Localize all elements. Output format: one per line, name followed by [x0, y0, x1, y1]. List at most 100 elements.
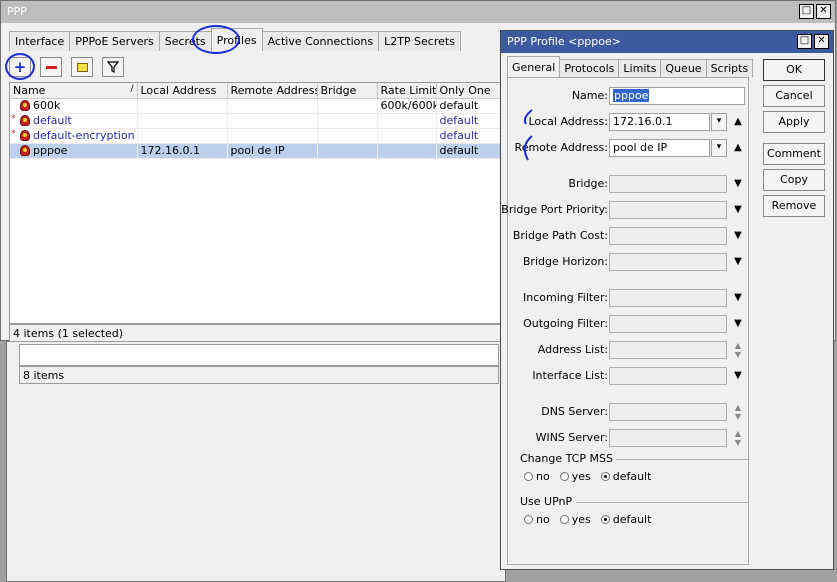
- table-row[interactable]: pppoe 172.16.0.1 pool de IP default: [10, 143, 500, 159]
- radio-no[interactable]: no: [524, 470, 550, 483]
- radio-yes[interactable]: yes: [559, 470, 591, 483]
- interface-list-row: Interface List: ▼: [508, 367, 748, 385]
- close-icon[interactable]: ✕: [816, 4, 831, 19]
- address-list-field[interactable]: [609, 341, 727, 359]
- restore-icon[interactable]: □: [799, 4, 814, 19]
- change-tcp-mss-label: Change TCP MSS: [520, 452, 613, 465]
- updown-icon[interactable]: ▲ ▼: [731, 403, 745, 421]
- radio-icon: [559, 472, 569, 481]
- tab-queue[interactable]: Queue: [660, 59, 707, 77]
- use-upnp-group: Use UPnP: [520, 495, 748, 508]
- bridge-field[interactable]: [609, 175, 727, 193]
- collapse-up-icon[interactable]: ▲: [731, 113, 745, 131]
- dropdown-icon[interactable]: ▾: [711, 139, 727, 157]
- profiles-table[interactable]: Name / Local Address Remote Address Bridg…: [9, 82, 501, 324]
- bridge-port-priority-row: Bridge Port Priority: ▼: [501, 201, 748, 219]
- tab-general[interactable]: General: [507, 56, 561, 77]
- expand-down-icon[interactable]: ▼: [731, 227, 745, 245]
- bridge-path-cost-field[interactable]: [609, 227, 727, 245]
- bridge-port-priority-label: Bridge Port Priority:: [501, 203, 608, 216]
- restore-icon[interactable]: □: [797, 34, 812, 49]
- tab-scripts[interactable]: Scripts: [705, 59, 754, 77]
- background-list[interactable]: [19, 344, 499, 366]
- outgoing-filter-field[interactable]: [609, 315, 727, 333]
- interface-list-field[interactable]: [609, 367, 727, 385]
- change-tcp-mss-group: Change TCP MSS: [520, 452, 748, 465]
- profile-icon: [20, 115, 30, 126]
- column-rate-limit[interactable]: Rate Limit...: [377, 83, 437, 99]
- dns-server-field[interactable]: [609, 403, 727, 421]
- remote-address-field[interactable]: pool de IP: [609, 139, 710, 157]
- minus-icon[interactable]: [40, 57, 62, 77]
- profile-dialog-title: PPP Profile <pppoe>: [507, 35, 621, 48]
- radio-icon: [600, 515, 610, 524]
- tab-protocols[interactable]: Protocols: [559, 59, 620, 77]
- dns-server-label: DNS Server:: [541, 405, 608, 418]
- column-local-address[interactable]: Local Address: [137, 83, 228, 99]
- ppp-profile-dialog: PPP Profile <pppoe> □ ✕ General Protocol…: [500, 30, 834, 570]
- expand-down-icon[interactable]: ▼: [731, 253, 745, 271]
- remove-button[interactable]: Remove: [763, 195, 825, 217]
- radio-default[interactable]: default: [600, 513, 651, 526]
- name-field[interactable]: pppoe: [609, 87, 745, 105]
- bridge-horizon-field[interactable]: [609, 253, 727, 271]
- note-icon[interactable]: [71, 57, 93, 77]
- local-address-field[interactable]: 172.16.0.1: [609, 113, 710, 131]
- use-upnp-radios: no yes default: [524, 513, 651, 526]
- bridge-path-cost-label: Bridge Path Cost:: [512, 229, 608, 242]
- group-divider: [576, 502, 748, 503]
- wins-server-field[interactable]: [609, 429, 727, 447]
- profile-titlebar[interactable]: PPP Profile <pppoe> □ ✕: [501, 31, 833, 53]
- annotation-brackets: [523, 109, 533, 161]
- expand-down-icon[interactable]: ▼: [731, 201, 745, 219]
- ppp-status: 4 items (1 selected): [9, 324, 501, 342]
- expand-down-icon[interactable]: ▼: [731, 175, 745, 193]
- local-address-label: Local Address:: [528, 115, 608, 128]
- apply-button[interactable]: Apply: [763, 111, 825, 133]
- expand-down-icon[interactable]: ▼: [731, 289, 745, 307]
- tab-pppoe-servers[interactable]: PPPoE Servers: [69, 31, 160, 51]
- comment-button[interactable]: Comment: [763, 143, 825, 165]
- collapse-up-icon[interactable]: ▲: [731, 139, 745, 157]
- table-row[interactable]: 600k 600k/600k default: [10, 98, 500, 114]
- default-marker: *: [11, 129, 16, 139]
- interface-list-label: Interface List:: [532, 369, 608, 382]
- ok-button[interactable]: OK: [763, 59, 825, 81]
- general-panel: Name: pppoe Local Address: 172.16.0.1 ▾ …: [501, 77, 749, 565]
- column-bridge[interactable]: Bridge: [317, 83, 378, 99]
- radio-yes[interactable]: yes: [559, 513, 591, 526]
- expand-down-icon[interactable]: ▼: [731, 367, 745, 385]
- ppp-titlebar[interactable]: PPP □ ✕: [1, 1, 835, 23]
- table-row[interactable]: * default-encryption default: [10, 128, 500, 144]
- tab-active-connections[interactable]: Active Connections: [261, 31, 380, 51]
- annotation-circle-profiles: [192, 25, 240, 54]
- copy-button[interactable]: Copy: [763, 169, 825, 191]
- tab-interface[interactable]: Interface: [9, 31, 71, 51]
- bridge-port-priority-field[interactable]: [609, 201, 727, 219]
- expand-down-icon[interactable]: ▼: [731, 315, 745, 333]
- radio-no[interactable]: no: [524, 513, 550, 526]
- column-only-one[interactable]: Only One: [436, 83, 500, 99]
- tab-l2tp-secrets[interactable]: L2TP Secrets: [378, 31, 461, 51]
- outgoing-filter-row: Outgoing Filter: ▼: [508, 315, 748, 333]
- address-list-row: Address List: ▲ ▼: [508, 341, 748, 359]
- column-remote-address[interactable]: Remote Address: [227, 83, 318, 99]
- cancel-button[interactable]: Cancel: [763, 85, 825, 107]
- close-icon[interactable]: ✕: [814, 34, 829, 49]
- updown-icon[interactable]: ▲ ▼: [731, 341, 745, 359]
- filter-icon[interactable]: [102, 57, 124, 77]
- table-row[interactable]: * default default: [10, 113, 500, 129]
- wins-server-row: WINS Server: ▲ ▼: [508, 429, 748, 447]
- radio-default[interactable]: default: [600, 470, 651, 483]
- radio-icon: [524, 515, 533, 524]
- updown-icon[interactable]: ▲ ▼: [731, 429, 745, 447]
- incoming-filter-field[interactable]: [609, 289, 727, 307]
- column-name[interactable]: Name /: [10, 83, 138, 99]
- ppp-title: PPP: [7, 5, 27, 18]
- tab-limits[interactable]: Limits: [618, 59, 662, 77]
- profile-tabs: General Protocols Limits Queue Scripts: [507, 56, 754, 77]
- name-label: Name:: [571, 89, 608, 102]
- profile-icon: [20, 130, 30, 141]
- group-divider: [616, 459, 748, 460]
- dropdown-icon[interactable]: ▾: [711, 113, 727, 131]
